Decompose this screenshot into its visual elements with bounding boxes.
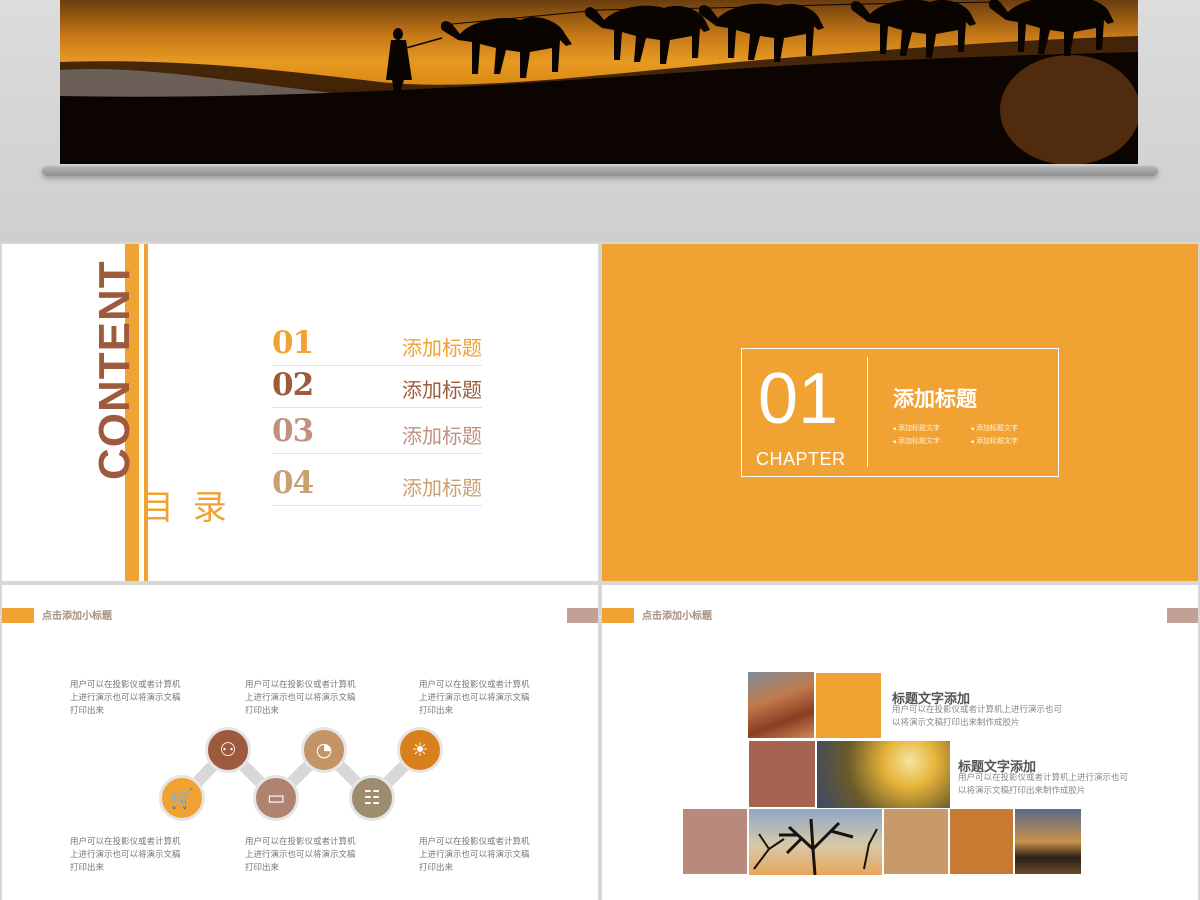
chapter-divider (867, 357, 868, 467)
lake-photo (1015, 809, 1081, 874)
rust-tile (950, 809, 1013, 874)
gallery-slide: 点击添加小标题 标题文字添加 用户可以在投影仪或者计算机上进行演示也可以将演示文… (602, 585, 1198, 900)
toc-title: 添加标题 (402, 424, 482, 448)
toc-number: 04 (272, 465, 314, 501)
brown-tile (749, 741, 815, 807)
toc-title: 添加标题 (402, 336, 482, 360)
toc-title: 添加标题 (402, 378, 482, 402)
contents-slide: CONTENT 目 录 01 添加标题 02 添加标题 03 添加标题 04 添… (2, 244, 598, 581)
pie-chart-icon[interactable]: ◔ (301, 727, 347, 773)
cart-icon[interactable]: 🛒 (159, 775, 205, 821)
chapter-item: 添加标题文字 (971, 436, 1049, 446)
bar-chart-icon[interactable]: ☷ (349, 775, 395, 821)
chapter-slide: 01 CHAPTER 添加标题 添加标题文字 添加标题文字 添加标题文字 添加标… (602, 244, 1198, 581)
lightbulb-icon[interactable]: ☀ (397, 727, 443, 773)
subtitle-accent-right (1167, 608, 1198, 623)
process-connector (176, 744, 426, 804)
toc-item[interactable]: 02 添加标题 (272, 364, 482, 408)
hero-shelf (42, 166, 1158, 176)
canyon-photo (748, 672, 814, 738)
slide-subtitle: 点击添加小标题 (642, 611, 712, 622)
bare-tree-photo (749, 809, 882, 876)
chapter-item: 添加标题文字 (893, 423, 971, 433)
contents-subheading: 目 录 (140, 488, 231, 528)
toc-number: 03 (272, 413, 314, 449)
chapter-box: 01 CHAPTER 添加标题 添加标题文字 添加标题文字 添加标题文字 添加标… (741, 348, 1059, 477)
toc-item[interactable]: 04 添加标题 (272, 462, 482, 506)
subtitle-accent-left (602, 608, 634, 623)
toc-item[interactable]: 03 添加标题 (272, 410, 482, 454)
toc-item[interactable]: 01 添加标题 (272, 322, 482, 366)
chapter-item: 添加标题文字 (893, 436, 971, 446)
toc-number: 02 (272, 367, 314, 403)
process-slide: 点击添加小标题 用户可以在投影仪或者计算机上进行演示也可以将演示文稿打印出来 用… (2, 585, 598, 900)
toc-number: 01 (272, 325, 314, 361)
toc-title: 添加标题 (402, 476, 482, 500)
gallery-block-text: 用户可以在投影仪或者计算机上进行演示也可以将演示文稿打印出来制作成胶片 (892, 705, 1063, 728)
orange-tile (816, 673, 881, 738)
chapter-number: 01 (758, 359, 839, 439)
monitor-icon[interactable]: ▭ (253, 775, 299, 821)
rose-tile (683, 809, 747, 874)
autumn-trees-photo (817, 741, 950, 808)
chapter-label: CHAPTER (756, 449, 846, 469)
chapter-item-list: 添加标题文字 添加标题文字 添加标题文字 添加标题文字 (893, 423, 1053, 446)
gallery-block-text: 用户可以在投影仪或者计算机上进行演示也可以将演示文稿打印出来制作成胶片 (958, 773, 1129, 796)
hero-slide (0, 0, 1200, 242)
chapter-item: 添加标题文字 (971, 423, 1049, 433)
accent-line (144, 244, 148, 581)
people-icon[interactable]: ⚇ (205, 727, 251, 773)
desert-caravan-photo (60, 0, 1138, 164)
content-heading: CONTENT (90, 260, 139, 480)
tan-tile (884, 809, 948, 874)
chapter-title: 添加标题 (893, 387, 977, 411)
